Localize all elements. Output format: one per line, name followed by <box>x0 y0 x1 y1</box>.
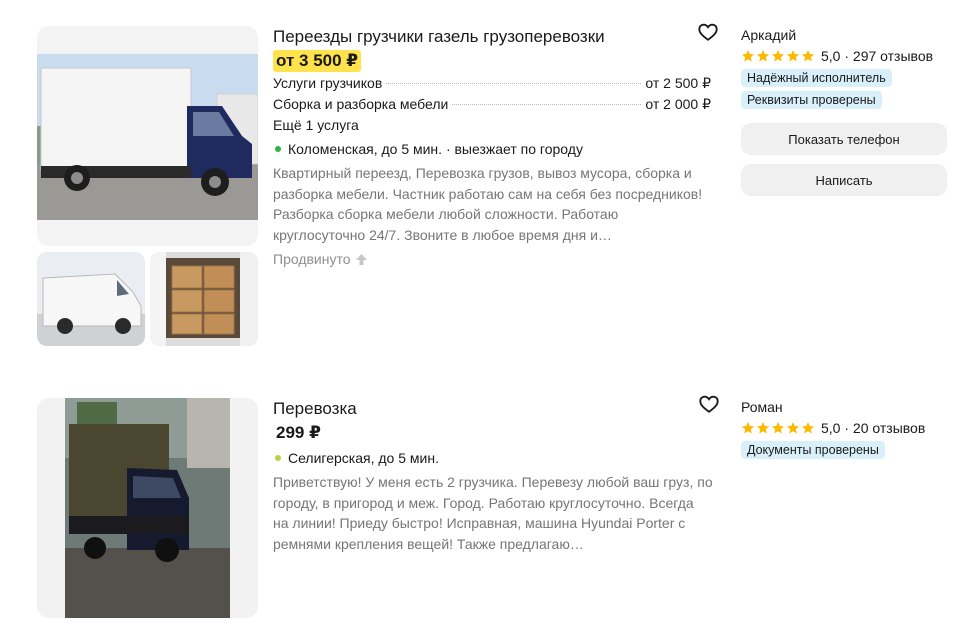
service-name: Услуги грузчиков <box>273 75 383 91</box>
listing-price: от 3 500 ₽ <box>273 50 362 72</box>
main-photo-blue-truck[interactable] <box>37 398 258 618</box>
favorite-heart-icon[interactable] <box>697 21 719 43</box>
dotted-leader <box>452 104 642 105</box>
promoted-text: Продвинуто <box>273 251 351 267</box>
metro-line-dot-icon <box>275 146 281 152</box>
show-phone-button[interactable]: Показать телефон <box>741 123 947 155</box>
seller-rating: 5,0 · 297 отзывов <box>741 47 951 65</box>
seller-badges: Документы проверены <box>741 437 951 459</box>
metro-line-dot-icon <box>275 455 281 461</box>
star-icon <box>771 50 785 62</box>
star-icon <box>801 50 815 62</box>
rating-stars <box>741 49 815 63</box>
star-icon <box>756 422 770 434</box>
star-icon <box>786 422 800 434</box>
promoted-label: Продвинуто <box>273 249 713 269</box>
thumbnail-cargo-boxes[interactable] <box>150 252 258 346</box>
badge-documents-verified: Документы проверены <box>741 441 885 459</box>
service-row: Сборка и разборка мебели от 2 000 ₽ <box>273 94 711 114</box>
van-thumbnail-image <box>37 252 145 346</box>
rating-value: 5,0 <box>821 48 841 64</box>
star-icon <box>741 422 755 434</box>
seller-badges: Надёжный исполнитель Реквизиты проверены <box>741 65 951 109</box>
badge-reliable-performer: Надёжный исполнитель <box>741 69 892 87</box>
badge-requisites-verified: Реквизиты проверены <box>741 91 882 109</box>
service-name: Сборка и разборка мебели <box>273 96 449 112</box>
star-icon <box>741 50 755 62</box>
service-row: Услуги грузчиков от 2 500 ₽ <box>273 73 711 93</box>
cargo-thumbnail-image <box>150 252 258 346</box>
more-services-link[interactable]: Ещё 1 услуга <box>273 115 713 135</box>
truck-photo-image <box>37 398 258 618</box>
listing-description: Квартирный переезд, Перевозка грузов, вы… <box>273 165 703 243</box>
service-price: от 2 000 ₽ <box>645 96 711 112</box>
van-photo-image <box>37 26 258 246</box>
listing-description: Приветствую! У меня есть 2 грузчика. Пер… <box>273 474 713 552</box>
location-text: Селигерская, до 5 мин. <box>288 450 439 466</box>
arrow-up-icon <box>355 253 367 265</box>
service-price: от 2 500 ₽ <box>645 75 711 91</box>
seller-rating: 5,0 · 20 отзывов <box>741 419 951 437</box>
star-icon <box>786 50 800 62</box>
listing-info: Переезды грузчики газель грузоперевозки … <box>273 26 713 269</box>
seller-name-link[interactable]: Аркадий <box>741 26 951 44</box>
listing-info: Перевозка 299 ₽ Селигерская, до 5 мин. П… <box>273 398 713 554</box>
dotted-leader <box>386 83 642 84</box>
rating-separator: · <box>840 48 853 64</box>
rating-separator: · <box>840 420 853 436</box>
reviews-count-link[interactable]: 20 отзывов <box>853 419 925 437</box>
seller-block: Роман 5,0 · 20 отзывов Документы провере… <box>741 398 951 459</box>
location-text: Коломенская, до 5 мин. · выезжает по гор… <box>288 141 583 157</box>
location: Селигерская, до 5 мин. <box>273 448 713 468</box>
location: Коломенская, до 5 мин. · выезжает по гор… <box>273 139 713 159</box>
thumbnail-white-van[interactable] <box>37 252 145 346</box>
star-icon <box>756 50 770 62</box>
main-photo-white-van[interactable] <box>37 26 258 246</box>
reviews-count-link[interactable]: 297 отзывов <box>853 47 933 65</box>
star-icon <box>801 422 815 434</box>
rating-value: 5,0 <box>821 420 841 436</box>
listing-price: 299 ₽ <box>276 423 321 442</box>
write-message-button[interactable]: Написать <box>741 164 947 196</box>
star-icon <box>771 422 785 434</box>
seller-name-link[interactable]: Роман <box>741 398 951 416</box>
listing-title-link[interactable]: Перевозка <box>273 398 713 420</box>
seller-block: Аркадий 5,0 · 297 отзывов Надёжный испол… <box>741 26 951 196</box>
rating-stars <box>741 421 815 435</box>
listing-card: Переезды грузчики газель грузоперевозки … <box>0 0 974 360</box>
listing-title-link[interactable]: Переезды грузчики газель грузоперевозки <box>273 26 713 48</box>
